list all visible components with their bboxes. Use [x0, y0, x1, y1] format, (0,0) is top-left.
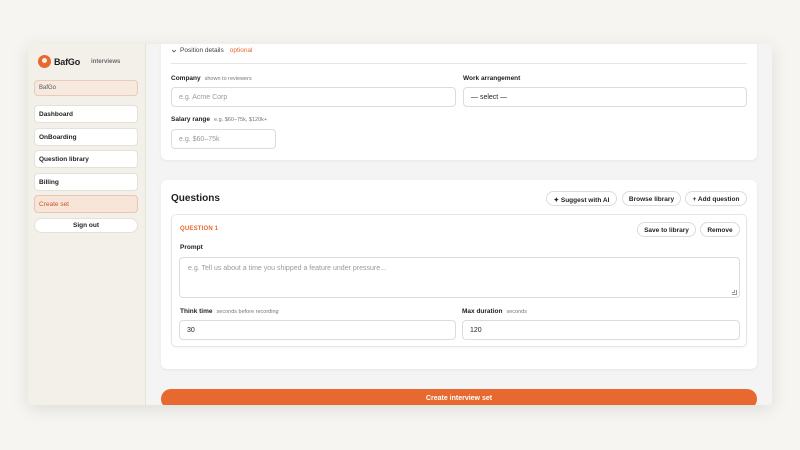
sidebar-item-billing[interactable]: Billing — [34, 172, 138, 191]
salary-hint: e.g. $60–75k, $120k+ — [214, 117, 268, 123]
save-to-library-button[interactable]: Save to library — [637, 222, 696, 237]
sidebar-nav: Dashboard OnBoarding Question library Bi… — [34, 105, 138, 233]
think-time-hint: seconds before recording — [216, 309, 279, 315]
prompt-label: Prompt — [180, 244, 203, 251]
questions-title: Questions — [171, 193, 220, 204]
main-content: Position details optional Company shown t… — [146, 44, 772, 405]
question-item: QUESTION 1 Save to library Remove Prompt… — [171, 214, 747, 347]
company-hint: shown to reviewers — [204, 76, 252, 82]
sidebar-item-dashboard[interactable]: Dashboard — [34, 105, 138, 123]
work-arrangement-label: Work arrangement — [463, 75, 521, 82]
max-duration-input[interactable]: 120 — [462, 320, 740, 340]
company-label: Company shown to reviewers — [171, 75, 252, 82]
remove-question-button[interactable]: Remove — [700, 222, 740, 237]
position-details-card: Position details optional Company shown t… — [161, 44, 757, 160]
org-selector[interactable]: BafGo — [34, 80, 138, 96]
sidebar-item-create-set[interactable]: Create set — [34, 195, 138, 213]
chevron-down-icon — [171, 49, 177, 52]
suggest-with-ai-button[interactable]: ✦ Suggest with AI — [546, 191, 617, 206]
question-number: QUESTION 1 — [180, 226, 219, 232]
work-arrangement-select[interactable]: — select — — [463, 87, 747, 107]
think-time-label: Think time seconds before recording — [180, 308, 279, 315]
max-duration-label: Max duration seconds — [462, 308, 527, 315]
divider — [171, 63, 747, 64]
company-input[interactable]: e.g. Acme Corp — [171, 87, 456, 107]
brand-tag: interviews — [91, 58, 121, 65]
browse-library-button[interactable]: Browse library — [622, 191, 681, 206]
sidebar: BafGo interviews BafGo Dashboard OnBoard… — [28, 44, 146, 405]
brand-name: BafGo — [54, 56, 81, 67]
add-question-button[interactable]: + Add question — [685, 191, 747, 206]
resize-handle-icon[interactable] — [732, 290, 737, 295]
questions-card: Questions ✦ Suggest with AI Browse libra… — [161, 180, 757, 369]
salary-label: Salary range e.g. $60–75k, $120k+ — [171, 116, 268, 123]
position-details-label: Position details — [180, 47, 224, 54]
brand[interactable]: BafGo interviews — [38, 55, 120, 68]
sidebar-item-onboarding[interactable]: OnBoarding — [34, 127, 138, 146]
sidebar-item-question-library[interactable]: Question library — [34, 150, 138, 168]
prompt-textarea[interactable]: e.g. Tell us about a time you shipped a … — [179, 257, 740, 298]
sign-out-button[interactable]: Sign out — [34, 217, 138, 233]
position-details-toggle[interactable]: Position details optional — [171, 47, 253, 54]
max-duration-hint: seconds — [506, 309, 527, 315]
salary-input[interactable]: e.g. $60–75k — [171, 129, 276, 149]
think-time-input[interactable]: 30 — [179, 320, 456, 340]
optional-tag: optional — [229, 47, 253, 54]
bafgo-logo-icon — [38, 55, 51, 68]
create-interview-set-button[interactable]: Create interview set — [161, 389, 757, 405]
app-window: BafGo interviews BafGo Dashboard OnBoard… — [28, 44, 772, 405]
prompt-placeholder: e.g. Tell us about a time you shipped a … — [188, 265, 386, 272]
